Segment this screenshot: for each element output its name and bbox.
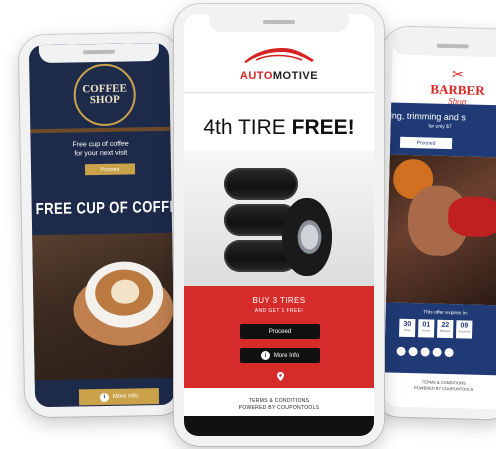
automotive-offer-panel: BUY 3 TIRES AND GET 1 FREE! Proceed i Mo…	[184, 286, 374, 388]
info-icon: i	[260, 351, 270, 360]
automotive-footer-bar	[184, 416, 374, 436]
phone-notch	[209, 14, 349, 32]
phone-notch	[392, 36, 496, 58]
car-icon	[244, 48, 314, 63]
brand-part1: AUTO	[239, 70, 273, 82]
coffee-divider	[30, 126, 171, 134]
barber-shop-logo: ✂ BARBER Shop	[417, 65, 496, 107]
automotive-terms-line1[interactable]: TERMS & CONDITIONS	[184, 398, 374, 405]
brand-part2: MOTIVE	[272, 70, 319, 82]
timer-minutes-unit: Minutes	[439, 328, 451, 334]
timer-hours: 01 Hours	[417, 319, 435, 338]
coffee-shop-screen: COFFEE SHOP Free cup of coffee for your …	[28, 42, 176, 408]
facebook-icon[interactable]	[420, 347, 430, 357]
coffee-shop-logo-text: COFFEE SHOP	[82, 82, 128, 107]
coffee-more-info-button[interactable]: i More Info	[78, 388, 160, 406]
info-icon: i	[99, 392, 109, 402]
coffee-proceed-button[interactable]: Proceed	[84, 163, 136, 176]
countdown-timer: 30 Days 01 Hours 22 Minutes 09 Seconds	[399, 318, 473, 339]
automotive-terms-line2: POWERED BY COUPONTOOLS	[238, 405, 320, 411]
timer-minutes: 22 Minutes	[436, 319, 454, 339]
upright-tire	[282, 198, 332, 276]
header-divider	[184, 92, 374, 93]
automotive-header: AUTOMOTIVE	[184, 36, 374, 92]
buy-line: BUY 3 TIRES	[252, 296, 306, 305]
globe-icon[interactable]	[408, 347, 418, 357]
coffee-shop-logo: COFFEE SHOP	[73, 63, 137, 127]
timer-hours-unit: Hours	[422, 328, 431, 333]
timer-days-unit: Days	[403, 327, 411, 333]
coffee-more-info-label: More Info	[112, 393, 139, 400]
barber-countdown: This offer expires in: 30 Days 01 Hours 22…	[384, 302, 496, 376]
headline-part2: FREE!	[291, 116, 355, 139]
timer-seconds: 09 Seconds	[455, 320, 473, 339]
coffee-shop-phone: COFFEE SHOP Free cup of coffee for your …	[18, 32, 186, 418]
coffee-cup-image	[32, 232, 175, 381]
timer-seconds-unit: Seconds	[458, 329, 471, 334]
barber-offer-band: hing, trimming and s for only $7 Proceed	[385, 102, 496, 158]
phone-notch	[38, 42, 160, 64]
coffee-offer-text: Free cup of coffee for your next visit	[31, 139, 171, 159]
instagram-icon[interactable]	[432, 347, 442, 357]
automotive-terms: TERMS & CONDITIONS POWERED BY COUPONTOOL…	[184, 398, 374, 412]
timer-days: 30 Days	[399, 318, 416, 338]
coffee-headline: FREE CUP OF COFFEE	[35, 198, 176, 219]
coffee-offer-line2: for your next visit	[74, 149, 128, 158]
automotive-more-info-button[interactable]: i More Info	[240, 348, 320, 363]
automotive-proceed-button[interactable]: Proceed	[240, 324, 320, 339]
automotive-more-info-label: More Info	[273, 352, 300, 359]
social-icons	[396, 346, 454, 358]
automotive-headline: 4th TIRE FREE!	[184, 116, 374, 140]
automotive-brand: AUTOMOTIVE	[184, 70, 374, 82]
tires-image	[184, 150, 374, 286]
automotive-screen: AUTOMOTIVE 4th TIRE FREE! BUY 3 TIRES AN…	[184, 14, 374, 436]
barber-offer-text: hing, trimming and s for only $7	[384, 110, 466, 132]
map-pin-icon[interactable]	[277, 372, 284, 381]
barber-image	[385, 154, 496, 306]
barber-proceed-button[interactable]: Proceed	[399, 136, 453, 150]
automotive-phone: AUTOMOTIVE 4th TIRE FREE! BUY 3 TIRES AN…	[174, 4, 384, 446]
barber-shop-screen: ✂ BARBER Shop hing, trimming and s for o…	[383, 36, 496, 410]
get-line: AND GET 1 FREE!	[254, 308, 304, 314]
barber-offer-line1: hing, trimming and s	[384, 110, 466, 123]
phone-icon[interactable]	[444, 347, 454, 358]
barber-terms: TERMS & CONDITIONS POWERED BY COUPONTOOL…	[384, 378, 496, 393]
headline-part1: 4th TIRE	[203, 116, 292, 139]
barber-shop-phone: ✂ BARBER Shop hing, trimming and s for o…	[372, 26, 496, 420]
automotive-proceed-label: Proceed	[268, 328, 292, 335]
barber-expires-label: This offer expires in:	[423, 309, 469, 317]
location-icon[interactable]	[396, 346, 406, 356]
